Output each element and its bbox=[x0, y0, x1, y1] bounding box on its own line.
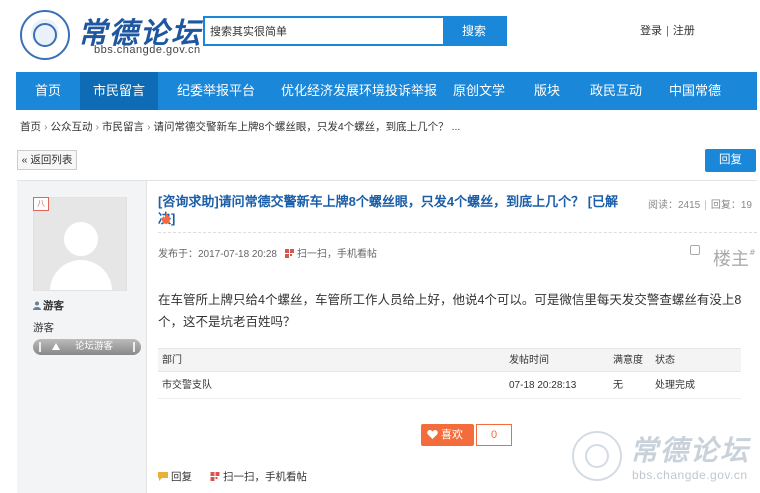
footer-scan-link[interactable]: 扫一扫，手机看帖 bbox=[223, 471, 307, 483]
breadcrumb-separator: › bbox=[95, 121, 100, 133]
post-meta: 发布于：2017-07-18 20:28 扫一扫，手机看帖 bbox=[158, 245, 377, 260]
floor-label: 楼主# bbox=[713, 245, 756, 271]
user-name[interactable]: 游客 bbox=[33, 298, 64, 313]
post-title: [咨询求助]请问常德交警新车上牌8个螺丝眼，只发4个螺丝，到底上几个？ [已解决… bbox=[158, 194, 619, 226]
heart-icon bbox=[427, 430, 438, 439]
avatar[interactable] bbox=[33, 197, 127, 291]
post-body: 在车管所上牌只给4个螺丝，车管所工作人员给上好，他说4个可以。可是微信里每天发交… bbox=[158, 293, 742, 329]
login-link[interactable]: 登录 bbox=[640, 22, 662, 38]
reply-button[interactable]: 回复 bbox=[705, 149, 756, 172]
nav-item-government-interaction[interactable]: 政民互动 bbox=[580, 72, 652, 110]
breadcrumb-current-thread[interactable]: 请问常德交警新车上牌8个螺丝眼，只发4个螺丝，到底上几个？ ... bbox=[154, 121, 461, 133]
breadcrumb-home[interactable]: 首页 bbox=[20, 119, 41, 134]
user-level-text: 论坛游客 bbox=[75, 341, 114, 352]
breadcrumb-public-interaction[interactable]: 公众互动 bbox=[51, 121, 93, 133]
breadcrumb-separator: › bbox=[147, 121, 151, 133]
breadcrumb-separator: › bbox=[44, 121, 48, 133]
watermark-url: bbs.changde.gov.cn bbox=[632, 468, 748, 482]
feedback-status: 处理完成 bbox=[655, 380, 695, 391]
comment-icon bbox=[158, 472, 168, 481]
title-divider bbox=[158, 232, 757, 233]
nav-item-economic-complaints[interactable]: 优化经济发展环境投诉举报 bbox=[274, 72, 444, 110]
breadcrumb-citizen-messages[interactable]: 市民留言 bbox=[102, 121, 144, 133]
auth-separator: | bbox=[666, 25, 669, 37]
feedback-header-status: 状态 bbox=[655, 355, 675, 366]
feedback-header-satisfaction: 满意度 bbox=[613, 355, 643, 366]
logo-seal bbox=[20, 10, 70, 60]
user-level-badge: 论坛游客 bbox=[33, 339, 141, 355]
post-stats: 阅读：2415 | 回复：19 bbox=[648, 196, 752, 211]
site-header: 常德论坛 bbs.changde.gov.cn 搜索 登录|注册 bbox=[0, 0, 760, 72]
nav-item-home[interactable]: 首页 bbox=[16, 72, 80, 110]
qr-code-icon bbox=[284, 249, 294, 258]
watermark-title: 常德论坛 bbox=[630, 434, 751, 467]
publish-time: 发布于：2017-07-18 20:28 bbox=[158, 249, 277, 260]
search-input[interactable] bbox=[207, 21, 443, 41]
feedback-header-row: 部门 发帖时间 满意度 状态 bbox=[158, 348, 741, 372]
stats-separator: | bbox=[704, 200, 707, 211]
reply-count: 回复：19 bbox=[710, 200, 752, 211]
watermark: 常德论坛 bbs.changde.gov.cn bbox=[570, 425, 755, 490]
post-footer-actions: 回复 扫一扫，手机看帖 bbox=[158, 469, 307, 484]
feedback-satisfaction: 无 bbox=[613, 380, 623, 391]
auth-links: 登录 | 注册 bbox=[640, 22, 695, 38]
floor-mark: # bbox=[749, 248, 756, 257]
feedback-time: 07-18 20:28:13 bbox=[509, 380, 577, 391]
qr-code-icon bbox=[210, 472, 220, 481]
nav-item-citizen-messages[interactable]: 市民留言 bbox=[80, 72, 158, 110]
breadcrumb: 首页 › 公众互动 › 市民留言 › 请问常德交警新车上牌8个螺丝眼，只发4个螺丝，到底上几… bbox=[20, 119, 460, 134]
user-name-text: 游客 bbox=[43, 300, 64, 312]
nav-item-discipline-report[interactable]: 纪委举报平台 bbox=[158, 72, 274, 110]
like-button[interactable]: 喜欢 bbox=[421, 424, 474, 446]
floor-text: 楼主 bbox=[713, 249, 749, 270]
user-icon bbox=[33, 301, 41, 310]
like-count: 0 bbox=[476, 424, 512, 446]
hot-fire-icon bbox=[162, 212, 170, 224]
feedback-row: 市交警支队 07-18 20:28:13 无 处理完成 bbox=[158, 372, 741, 399]
main-nav: 首页 市民留言 纪委举报平台 优化经济发展环境投诉举报 原创文学 版块 政民互动… bbox=[16, 72, 757, 110]
scan-mobile-link[interactable]: 扫一扫，手机看帖 bbox=[297, 249, 377, 260]
back-to-list-button[interactable]: « 返回列表 bbox=[17, 150, 77, 170]
nav-item-china-changde[interactable]: 中国常德 bbox=[652, 72, 738, 110]
view-count: 阅读：2415 bbox=[648, 200, 701, 211]
feedback-header-dept: 部门 bbox=[162, 355, 182, 366]
search-box: 搜索 bbox=[203, 16, 507, 46]
user-info-column: 八 游客 游客 论坛游客 bbox=[17, 181, 147, 493]
nav-item-original-literature[interactable]: 原创文学 bbox=[444, 72, 514, 110]
logo-url: bbs.changde.gov.cn bbox=[94, 44, 201, 56]
like-label: 喜欢 bbox=[441, 429, 463, 441]
user-badge: 八 bbox=[33, 197, 49, 211]
feedback-header-time: 发帖时间 bbox=[509, 355, 549, 366]
collapse-icon[interactable] bbox=[690, 245, 700, 255]
search-button[interactable]: 搜索 bbox=[443, 18, 505, 44]
watermark-seal bbox=[572, 431, 622, 481]
level-icon bbox=[52, 343, 60, 350]
feedback-dept: 市交警支队 bbox=[162, 380, 212, 391]
register-link[interactable]: 注册 bbox=[673, 22, 695, 38]
user-group: 游客 bbox=[33, 322, 54, 334]
footer-reply-link[interactable]: 回复 bbox=[171, 471, 192, 483]
nav-item-boards[interactable]: 版块 bbox=[514, 72, 580, 110]
